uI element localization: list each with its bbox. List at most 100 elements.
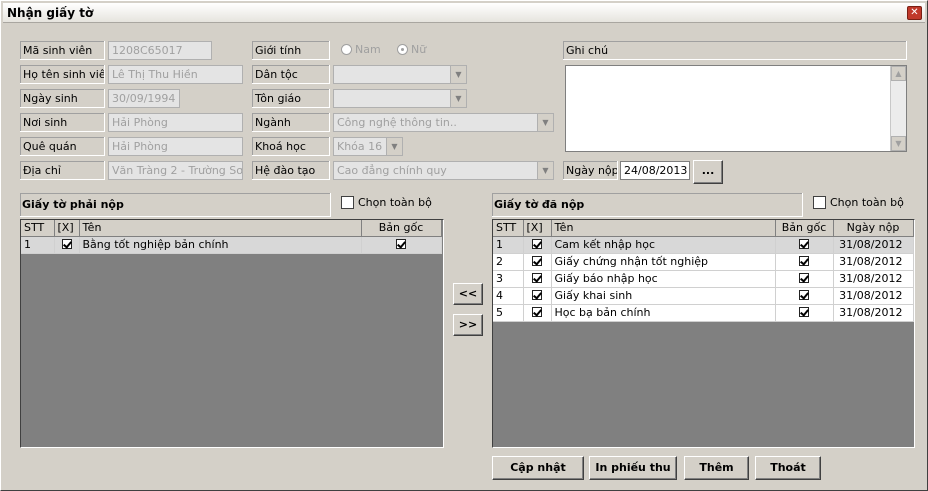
checkmark-icon	[532, 256, 542, 266]
exit-button[interactable]: Thoát	[755, 456, 821, 480]
col-header-name[interactable]: Tên	[79, 220, 362, 237]
table-row[interactable]: 1 Bằng tốt nghiệp bản chính	[21, 236, 442, 254]
major-label: Ngành	[252, 113, 330, 132]
table-row[interactable]: 4 Giấy khai sinh 31/08/2012	[493, 287, 914, 305]
chevron-down-icon[interactable]: ▼	[386, 138, 402, 155]
cell-original[interactable]	[775, 304, 834, 322]
col-header-stt[interactable]: STT	[493, 220, 524, 237]
cell-check[interactable]	[523, 287, 552, 305]
birthplace-field[interactable]: Hải Phòng	[108, 113, 243, 132]
hometown-field[interactable]: Hải Phòng	[108, 137, 243, 156]
training-type-combo[interactable]: Cao đẳng chính quy ▼	[333, 161, 554, 180]
gender-nu-label: Nữ	[411, 43, 427, 56]
cell-date: 31/08/2012	[833, 270, 914, 288]
col-header-name[interactable]: Tên	[551, 220, 776, 237]
cell-date: 31/08/2012	[833, 236, 914, 254]
col-header-original[interactable]: Bản gốc	[775, 220, 834, 237]
cell-name: Giấy báo nhập học	[551, 270, 776, 288]
date-picker-button[interactable]: ...	[693, 160, 723, 184]
cell-check[interactable]	[523, 270, 552, 288]
cell-check[interactable]	[523, 236, 552, 254]
chevron-down-icon[interactable]: ▼	[450, 66, 466, 83]
course-combo[interactable]: Khóa 16 ▼	[333, 137, 403, 156]
cell-original[interactable]	[775, 287, 834, 305]
table-header-row: STT [X] Tên Bản gốc Ngày nộp	[493, 220, 914, 237]
scroll-down-icon[interactable]: ▼	[891, 136, 906, 151]
gender-radio-nam[interactable]: Nam	[341, 43, 381, 57]
cell-original[interactable]	[775, 270, 834, 288]
major-combo[interactable]: Công nghệ thông tin.. ▼	[333, 113, 554, 132]
cell-check[interactable]	[523, 304, 552, 322]
radio-nu-icon	[397, 44, 408, 55]
submit-date-label: Ngày nộp	[563, 161, 618, 180]
full-name-field[interactable]: Lê Thị Thu Hiền	[108, 65, 243, 84]
col-header-date[interactable]: Ngày nộp	[833, 220, 914, 237]
training-type-label: Hệ đào tạo	[252, 161, 330, 180]
cell-stt: 1	[493, 236, 524, 254]
move-right-button[interactable]: >>	[453, 314, 483, 336]
submitted-select-all-label: Chọn toàn bộ	[830, 196, 904, 209]
required-docs-table[interactable]: STT [X] Tên Bản gốc 1 Bằng tốt nghiệp bả…	[20, 219, 444, 448]
cell-stt: 1	[21, 236, 55, 254]
address-label: Địa chỉ	[20, 161, 105, 180]
birth-date-field[interactable]: 30/09/1994	[108, 89, 180, 108]
submitted-select-all-checkbox[interactable]: Chọn toàn bộ	[813, 196, 904, 210]
cell-original[interactable]	[361, 236, 442, 254]
submit-date-field[interactable]: 24/08/2013	[620, 161, 690, 180]
col-header-check[interactable]: [X]	[54, 220, 80, 237]
student-id-field[interactable]: 1208C65017	[108, 41, 212, 60]
cell-name: Cam kết nhập học	[551, 236, 776, 254]
cell-date: 31/08/2012	[833, 253, 914, 271]
submitted-docs-table[interactable]: STT [X] Tên Bản gốc Ngày nộp 1 Cam kết n…	[492, 219, 915, 448]
update-button[interactable]: Cập nhật	[492, 456, 584, 480]
course-label: Khoá học	[252, 137, 330, 156]
cell-stt: 3	[493, 270, 524, 288]
gender-radio-nu[interactable]: Nữ	[397, 43, 426, 57]
notes-scrollbar[interactable]: ▲ ▼	[890, 66, 906, 151]
checkmark-icon	[799, 273, 809, 283]
cell-check[interactable]	[523, 253, 552, 271]
checkmark-icon	[532, 307, 542, 317]
cell-name: Giấy chứng nhận tốt nghiệp	[551, 253, 776, 271]
cell-date: 31/08/2012	[833, 287, 914, 305]
full-name-label: Họ tên sinh viên	[20, 65, 105, 84]
ethnicity-combo[interactable]: ▼	[333, 65, 467, 84]
major-value: Công nghệ thông tin..	[337, 116, 457, 129]
col-header-stt[interactable]: STT	[21, 220, 55, 237]
cell-original[interactable]	[775, 253, 834, 271]
window-title: Nhận giấy tờ	[7, 6, 94, 20]
cell-original[interactable]	[775, 236, 834, 254]
title-bar: Nhận giấy tờ ✕	[3, 3, 925, 23]
address-field[interactable]: Văn Tràng 2 - Trường Sơn -	[108, 161, 243, 180]
table-row[interactable]: 1 Cam kết nhập học 31/08/2012	[493, 236, 914, 254]
chevron-down-icon[interactable]: ▼	[537, 162, 553, 179]
table-row[interactable]: 3 Giấy báo nhập học 31/08/2012	[493, 270, 914, 288]
religion-combo[interactable]: ▼	[333, 89, 467, 108]
table-row[interactable]: 2 Giấy chứng nhận tốt nghiệp 31/08/2012	[493, 253, 914, 271]
scroll-up-icon[interactable]: ▲	[891, 66, 906, 81]
table-row[interactable]: 5 Học bạ bản chính 31/08/2012	[493, 304, 914, 322]
cell-check[interactable]	[54, 236, 80, 254]
gender-label: Giới tính	[252, 41, 330, 60]
submitted-docs-title: Giấy tờ đã nộp	[492, 193, 803, 217]
checkmark-icon	[532, 273, 542, 283]
cell-stt: 2	[493, 253, 524, 271]
add-button[interactable]: Thêm	[684, 456, 749, 480]
required-select-all-label: Chọn toàn bộ	[358, 196, 432, 209]
required-select-all-checkbox[interactable]: Chọn toàn bộ	[341, 196, 432, 210]
chevron-down-icon[interactable]: ▼	[537, 114, 553, 131]
religion-label: Tôn giáo	[252, 89, 330, 108]
notes-label: Ghi chú	[563, 41, 907, 60]
checkmark-icon	[799, 290, 809, 300]
close-button[interactable]: ✕	[907, 6, 922, 20]
print-receipt-button[interactable]: In phiếu thu	[589, 456, 677, 480]
notes-textarea[interactable]: ▲ ▼	[565, 65, 907, 152]
col-header-original[interactable]: Bản gốc	[361, 220, 442, 237]
radio-nam-icon	[341, 44, 352, 55]
move-left-button[interactable]: <<	[453, 283, 483, 305]
col-header-check[interactable]: [X]	[523, 220, 552, 237]
chevron-down-icon[interactable]: ▼	[450, 90, 466, 107]
checkmark-icon	[396, 239, 406, 249]
hometown-label: Quê quán	[20, 137, 105, 156]
cell-name: Bằng tốt nghiệp bản chính	[79, 236, 362, 254]
